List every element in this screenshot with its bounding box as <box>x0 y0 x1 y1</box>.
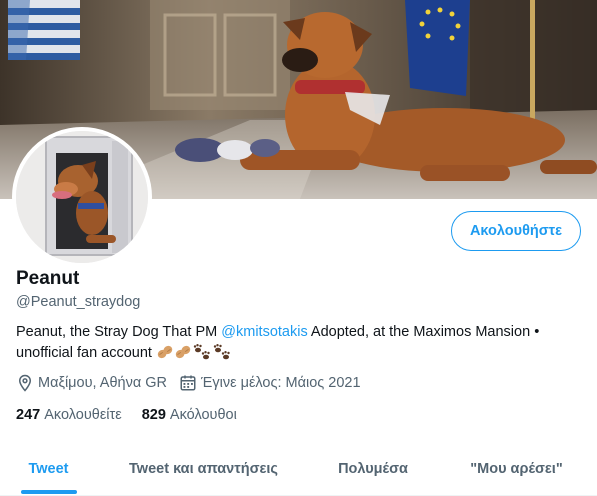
followers-count: 829 <box>141 407 166 423</box>
display-name: Peanut <box>16 268 80 289</box>
profile-bio: Peanut, the Stray Dog That PM @kmitsotak… <box>16 322 581 364</box>
active-tab-indicator <box>20 490 77 494</box>
tab-tweets[interactable]: Tweet <box>0 444 97 494</box>
location-pin-icon <box>18 374 32 392</box>
bio-emojis <box>156 344 232 361</box>
bio-text-start: Peanut, the Stray Dog That PM <box>16 324 222 340</box>
profile-avatar[interactable] <box>12 127 152 267</box>
tab-media[interactable]: Πολυμέσα <box>310 444 436 494</box>
tab-label: Πολυμέσα <box>338 461 408 477</box>
tab-label: Tweet <box>28 461 69 477</box>
following-label: Ακολουθείτε <box>44 407 122 423</box>
avatar-photo <box>16 131 148 263</box>
calendar-icon <box>180 375 196 391</box>
peanut-emoji-icon <box>175 345 191 359</box>
followers-link[interactable]: 829 Ακόλουθοι <box>142 407 237 423</box>
profile-joined: Έγινε μέλος: Μάιος 2021 <box>179 374 361 392</box>
profile-meta: Μαξίμου, Αθήνα GR Έγινε μέλος: Μάιος 202… <box>16 374 361 392</box>
paw-prints-icon <box>193 344 210 360</box>
followers-label: Ακόλουθοι <box>169 407 237 423</box>
location-text: Μαξίμου, Αθήνα GR <box>38 375 167 391</box>
tab-label: "Μου αρέσει" <box>470 461 563 477</box>
bio-mention-link[interactable]: @kmitsotakis <box>221 324 307 340</box>
following-count: 247 <box>16 407 41 423</box>
peanut-emoji-icon <box>157 345 173 359</box>
paw-prints-icon <box>213 344 230 360</box>
profile-location: Μαξίμου, Αθήνα GR <box>16 374 167 392</box>
tab-label: Tweet και απαντήσεις <box>129 461 278 477</box>
user-handle: @Peanut_straydog <box>16 294 141 310</box>
tab-tweets-and-replies[interactable]: Tweet και απαντήσεις <box>97 444 310 494</box>
joined-text: Έγινε μέλος: Μάιος 2021 <box>201 375 361 391</box>
follow-counts: 247 Ακολουθείτε 829 Ακόλουθοι <box>16 407 237 423</box>
follow-button[interactable]: Ακολουθήστε <box>451 211 581 251</box>
profile-tabs: Tweet Tweet και απαντήσεις Πολυμέσα "Μου… <box>0 444 597 496</box>
following-link[interactable]: 247 Ακολουθείτε <box>16 407 122 423</box>
tab-likes[interactable]: "Μου αρέσει" <box>436 444 597 494</box>
